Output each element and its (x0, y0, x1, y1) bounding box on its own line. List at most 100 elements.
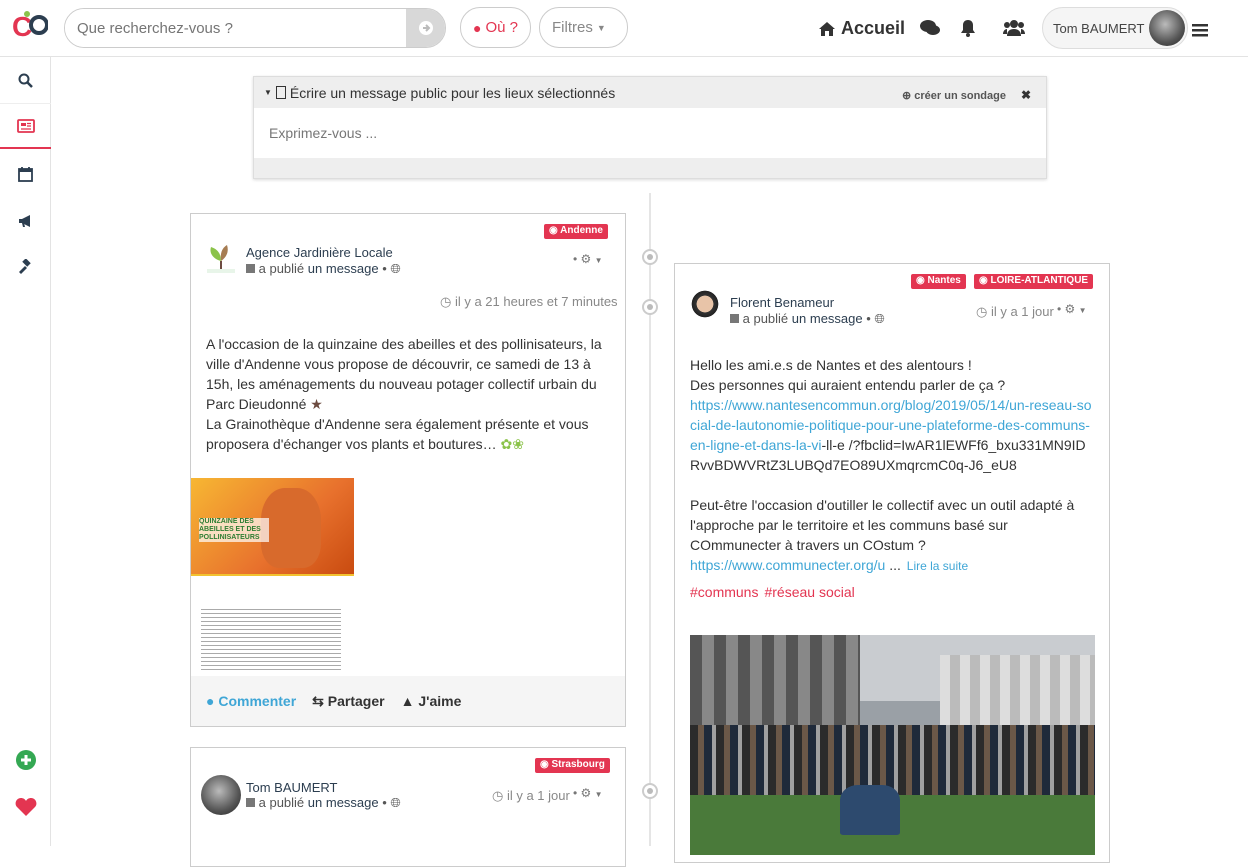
author-logo[interactable] (201, 239, 241, 279)
timeline-dot (642, 299, 658, 315)
plus-circle-icon: ⊕ (902, 90, 912, 102)
edit-icon (246, 264, 255, 273)
poster-title: QUINZAINE DES ABEILLES ET DES POLLINISAT… (199, 518, 269, 542)
heart-icon (15, 798, 36, 816)
chevron-down-icon: ▼ (1078, 306, 1087, 315)
location-tag[interactable]: ◉ LOIRE-ATLANTIQUE (974, 274, 1094, 289)
home-link[interactable]: Accueil (818, 18, 905, 39)
globe-icon: 🌐︎ (874, 311, 885, 326)
like-button[interactable]: ▲ J'aime (401, 693, 462, 709)
post-actions: ● Commenter ⇆ Partager ▲ J'aime (191, 676, 625, 726)
filters-label: Filtres (552, 19, 593, 36)
sidebar-item-search[interactable] (0, 57, 51, 103)
bullhorn-icon (18, 215, 30, 227)
hashtag-link[interactable]: #réseau social (764, 584, 854, 600)
comment-icon: ● (206, 693, 215, 709)
home-label: Accueil (841, 18, 906, 38)
sidebar-item-favorites[interactable] (0, 784, 51, 830)
avatar[interactable] (201, 775, 241, 815)
read-more-link[interactable]: Lire la suite (907, 559, 968, 573)
post-author[interactable]: Agence Jardinière Locale (246, 245, 393, 260)
group-icon[interactable] (1003, 19, 1025, 37)
post-card: ◉ Nantes ◉ LOIRE-ATLANTIQUE Florent Bena… (674, 263, 1110, 863)
sidebar-item-tools[interactable] (0, 244, 51, 290)
post-author[interactable]: Florent Benameur (730, 295, 834, 310)
post-image[interactable] (690, 635, 1095, 855)
farmer-emoji-icon: ★ (310, 396, 323, 412)
gear-icon: ⚙︎ (580, 252, 592, 266)
search-input[interactable] (65, 9, 406, 47)
chevron-down-icon: ▼ (596, 22, 606, 33)
post-card: ◉ Strasbourg Tom BAUMERT a publié un mes… (190, 747, 626, 867)
plus-circle-icon (15, 750, 36, 770)
bell-icon[interactable] (959, 19, 977, 37)
post-object-link[interactable]: un message (308, 261, 379, 276)
search-bar (64, 8, 446, 48)
avatar[interactable] (685, 290, 725, 330)
post-settings-button[interactable]: • ⚙︎ ▼ (573, 252, 603, 266)
post-text: Hello les ami.e.s de Nantes et des alent… (690, 357, 1092, 600)
globe-icon: 🌐︎ (390, 795, 401, 810)
post-settings-button[interactable]: • ⚙︎ ▼ (1057, 302, 1087, 316)
close-icon[interactable]: ✖ (1021, 88, 1031, 102)
avatar (1149, 10, 1185, 46)
menu-icon[interactable] (1192, 23, 1208, 37)
post-published-line: a publié un message • 🌐︎ (246, 795, 401, 811)
retweet-icon: ⇆ (312, 692, 324, 709)
post-text: A l'occasion de la quinzaine des abeille… (206, 336, 602, 452)
chevron-down-icon: ▼ (594, 256, 603, 265)
clock-icon: ◷ (440, 294, 452, 309)
post-published-line: a publié un message • 🌐︎ (246, 261, 401, 277)
edit-icon (730, 314, 739, 323)
map-marker-icon: ● (473, 19, 482, 36)
poll-label: créer un sondage (914, 90, 1006, 102)
post-image[interactable]: QUINZAINE DES ABEILLES ET DES POLLINISAT… (191, 478, 354, 678)
clock-icon: ◷ (976, 304, 988, 319)
post-card: ◉ Andenne Agence Jardinière Locale a pub… (190, 213, 626, 727)
edit-icon (246, 798, 255, 807)
chevron-down-icon: ▼ (264, 88, 272, 97)
post-link[interactable]: https://www.communecter.org/u (690, 557, 885, 573)
post-time: ◷ il y a 1 jour (492, 788, 570, 803)
left-sidebar (0, 57, 51, 846)
create-poll-button[interactable]: ⊕ créer un sondage (902, 89, 1006, 102)
calendar-icon (18, 166, 33, 182)
share-button[interactable]: ⇆ Partager (312, 693, 384, 710)
post-object-link[interactable]: un message (792, 311, 863, 326)
post-object-link[interactable]: un message (308, 795, 379, 810)
user-menu[interactable]: Tom BAUMERT (1042, 7, 1188, 49)
post-author[interactable]: Tom BAUMERT (246, 780, 338, 795)
seedling-emoji-icon: ✿❀ (500, 436, 524, 452)
hashtag-link[interactable]: #communs (690, 584, 758, 600)
gear-icon: ⚙︎ (1064, 302, 1076, 316)
location-tag[interactable]: ◉ Andenne (544, 224, 608, 239)
comment-button[interactable]: ● Commenter (206, 693, 296, 709)
gavel-icon (18, 259, 31, 274)
post-time: ◷ il y a 21 heures et 7 minutes (440, 294, 618, 309)
filters-button[interactable]: Filtres ▼ (539, 7, 628, 48)
arrow-circle-icon (418, 21, 433, 35)
sidebar-item-news[interactable] (0, 103, 51, 149)
clock-icon: ◷ (492, 788, 504, 803)
composer-input[interactable]: Exprimez-vous ... (254, 108, 1046, 158)
where-button[interactable]: ● Où ? (460, 7, 531, 48)
file-icon (275, 86, 286, 99)
chevron-down-icon: ▼ (594, 790, 603, 799)
where-label: Où ? (485, 19, 518, 36)
sidebar-item-add[interactable] (0, 737, 51, 783)
user-name: Tom BAUMERT (1053, 20, 1145, 36)
post-time: ◷ il y a 1 jour (976, 304, 1054, 319)
communecter-logo[interactable]: C (12, 10, 48, 40)
location-tag[interactable]: ◉ Strasbourg (535, 758, 610, 773)
sidebar-item-agenda[interactable] (0, 151, 51, 197)
post-settings-button[interactable]: • ⚙︎ ▼ (573, 786, 603, 800)
search-submit-button[interactable] (406, 9, 445, 47)
timeline-line (649, 193, 651, 846)
timeline-dot (642, 249, 658, 265)
chat-icon[interactable] (920, 19, 940, 37)
timeline-dot (642, 783, 658, 799)
location-tag[interactable]: ◉ Nantes (911, 274, 966, 289)
globe-icon: 🌐︎ (390, 261, 401, 276)
post-published-line: a publié un message • 🌐︎ (730, 311, 885, 327)
sidebar-item-announcements[interactable] (0, 198, 51, 244)
